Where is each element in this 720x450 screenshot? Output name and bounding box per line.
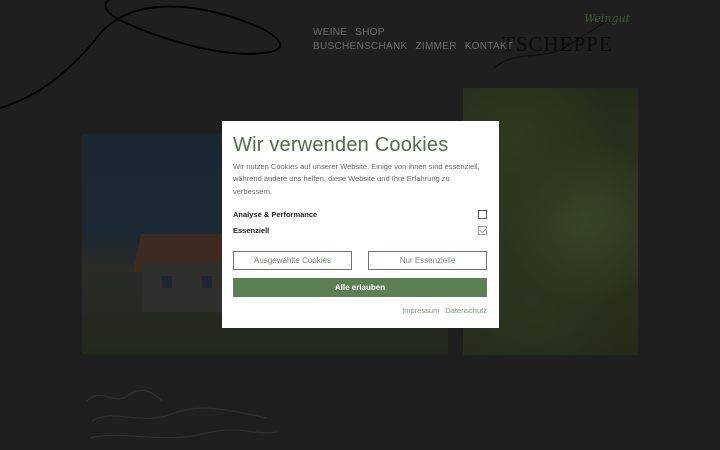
logo-script-text: Weingut	[584, 12, 631, 25]
analyse-performance-checkbox[interactable]	[478, 210, 487, 220]
cookie-dialog-title: Wir verwenden Cookies	[233, 134, 449, 156]
nav-item-weine[interactable]: WEINE	[313, 26, 347, 40]
cookie-dialog-links: Impressum Datenschutz	[233, 306, 487, 315]
cookie-dialog-description: Wir nutzen Cookies auf unserer Website. …	[233, 162, 480, 196]
nav-item-buschenschank[interactable]: BUSCHENSCHANK	[313, 40, 407, 54]
nav-item-shop[interactable]: SHOP	[355, 26, 385, 40]
selected-cookies-button[interactable]: Ausgewählte Cookies	[233, 250, 352, 270]
datenschutz-link[interactable]: Datenschutz	[445, 306, 487, 315]
essential-only-button[interactable]: Nur Essenzielle	[368, 250, 487, 270]
cookie-button-row: Ausgewählte Cookies Nur Essenzielle	[233, 250, 487, 270]
cookie-option-label: Essenziell	[233, 226, 270, 236]
allow-all-button[interactable]: Alle erlauben	[233, 277, 487, 297]
site-logo[interactable]: Weingut TSCHEPPE	[484, 10, 634, 74]
essenziell-checkbox[interactable]	[478, 226, 487, 236]
cookie-options: Analyse & Performance Essenziell	[233, 207, 487, 239]
photo-window	[162, 276, 172, 288]
cookie-option-analyse: Analyse & Performance	[233, 207, 487, 223]
logo-wordmark: TSCHEPPE	[502, 32, 613, 56]
cookie-option-essenziell: Essenziell	[233, 223, 487, 239]
decorative-swirl-icon	[0, 0, 282, 109]
script-lettering-icon	[86, 389, 278, 439]
decorative-script-lettering	[82, 386, 282, 446]
cookie-option-label: Analyse & Performance	[233, 210, 318, 220]
nav-item-zimmer[interactable]: ZIMMER	[415, 40, 456, 54]
photo-window	[202, 276, 212, 288]
cookie-consent-dialog: Wir verwenden Cookies Wir nutzen Cookies…	[222, 121, 499, 328]
impressum-link[interactable]: Impressum	[402, 306, 439, 315]
